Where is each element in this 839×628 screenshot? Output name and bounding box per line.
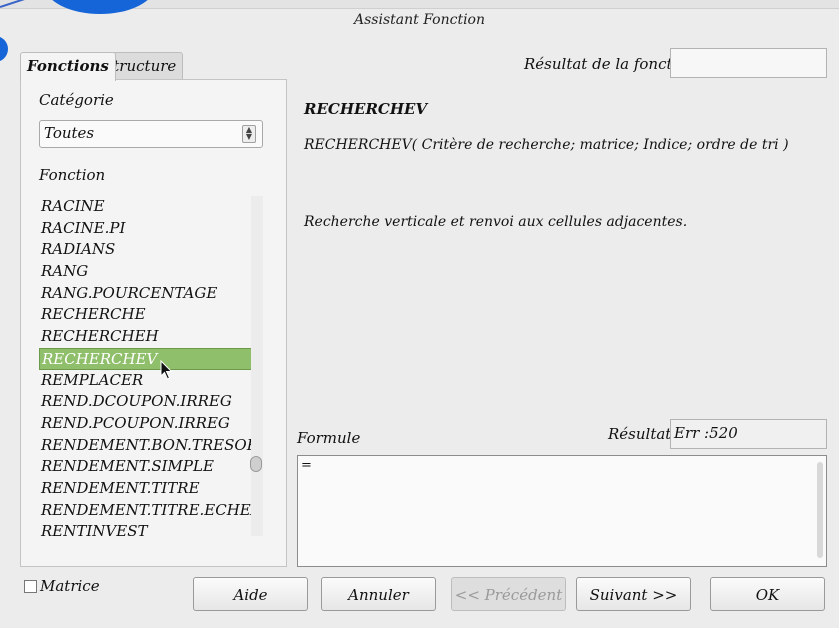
cancel-button[interactable]: Annuler (321, 577, 436, 611)
function-list-item[interactable]: RENDEMENT.TITRE.ECHEAN (39, 500, 259, 522)
function-list-item[interactable]: RECHERCHE (39, 304, 259, 326)
functions-panel: Catégorie Toutes ▲ ▼ Fonction RACINE RACI… (20, 79, 287, 567)
function-list-item[interactable]: RACINE (39, 196, 259, 218)
function-list-item[interactable]: RENDEMENT.BON.TRESOR (39, 435, 259, 457)
function-name: RECHERCHEV (304, 100, 428, 118)
function-list-item[interactable]: RENDEMENT.TITRE (39, 478, 259, 500)
matrix-checkbox[interactable] (24, 580, 37, 593)
formula-label: Formule (297, 429, 361, 447)
dialog-title: Assistant Fonction (354, 12, 485, 28)
category-select[interactable]: Toutes ▲ ▼ (39, 120, 263, 148)
spin-arrows-icon[interactable]: ▲ ▼ (242, 125, 256, 143)
next-button[interactable]: Suivant >> (576, 577, 691, 611)
function-result-field (670, 48, 827, 78)
mouse-cursor-icon (160, 360, 173, 380)
drawing-shape-handle (0, 36, 8, 62)
function-label: Fonction (39, 166, 106, 184)
tab-functions[interactable]: Fonctions (20, 52, 116, 81)
formula-input[interactable]: = (297, 455, 827, 567)
function-list-item[interactable]: RACINE.PI (39, 218, 259, 240)
function-list-item[interactable]: RECHERCHEH (39, 326, 259, 348)
function-list-scrollbar[interactable] (251, 196, 263, 536)
function-list-item[interactable]: RANG (39, 261, 259, 283)
function-list-item[interactable]: RANG.POURCENTAGE (39, 283, 259, 305)
category-label: Catégorie (39, 91, 114, 109)
function-list-item[interactable]: REND.PCOUPON.IRREG (39, 413, 259, 435)
category-select-value: Toutes (44, 124, 95, 142)
ok-button[interactable]: OK (710, 577, 825, 611)
result-field: Err :520 (670, 419, 827, 449)
formula-scrollbar[interactable] (817, 462, 823, 558)
function-list-item[interactable]: REMPLACER (39, 370, 259, 392)
help-button[interactable]: Aide (193, 577, 308, 611)
previous-button[interactable]: << Précédent (451, 577, 566, 611)
function-list-item[interactable]: REND.DCOUPON.IRREG (39, 391, 259, 413)
function-list[interactable]: RACINE RACINE.PI RADIANS RANG RANG.POURC… (39, 196, 259, 536)
function-list-item-selected[interactable]: RECHERCHEV (39, 347, 259, 370)
function-list-scroll-thumb[interactable] (250, 456, 262, 472)
formula-value: = (301, 458, 312, 473)
function-syntax: RECHERCHEV( Critère de recherche; matric… (304, 137, 789, 153)
result-value: Err :520 (674, 424, 738, 442)
function-list-item[interactable]: RENTINVEST (39, 521, 259, 536)
function-list-item[interactable]: RENDEMENT.SIMPLE (39, 456, 259, 478)
function-description: Recherche verticale et renvoi aux cellul… (304, 214, 688, 230)
result-label: Résultat (608, 425, 672, 443)
function-list-item[interactable]: RADIANS (39, 239, 259, 261)
matrix-label: Matrice (40, 577, 100, 595)
